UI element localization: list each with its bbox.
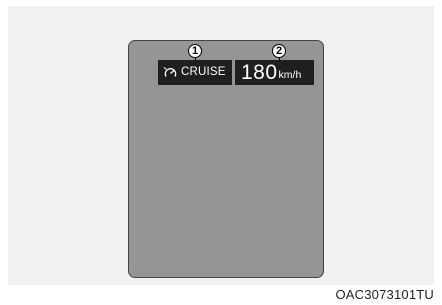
set-speed-value: 180 (241, 61, 278, 84)
cruise-label: CRUISE (181, 65, 226, 78)
callout-1-leader (195, 57, 196, 61)
cruise-gauge-icon (163, 66, 178, 79)
set-speed-indicator: 180 km/h (235, 60, 314, 85)
figure-code: OAC3073101TU (335, 287, 434, 302)
callout-1: 1 (188, 44, 202, 58)
cruise-indicator: CRUISE (158, 60, 232, 85)
callout-2: 2 (272, 44, 286, 58)
callout-2-leader (279, 57, 280, 61)
set-speed-unit: km/h (278, 69, 302, 82)
